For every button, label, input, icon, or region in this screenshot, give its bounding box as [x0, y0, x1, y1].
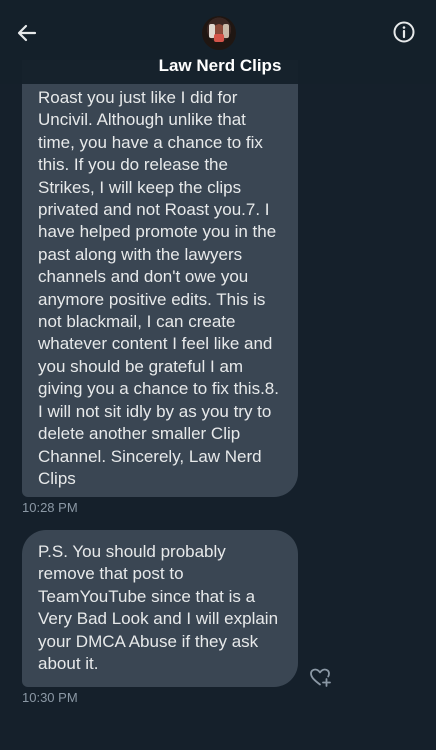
avatar[interactable] [202, 16, 236, 50]
message-text: P.S. You should probably remove that pos… [38, 542, 279, 674]
info-icon [393, 21, 415, 43]
message-text: Roast you just like I did for Uncivil. A… [38, 88, 279, 488]
conversation-header: Law Nerd Clips [0, 0, 436, 84]
message-bubble[interactable]: Roast you just like I did for Uncivil. A… [22, 60, 298, 497]
message-timestamp: 10:28 PM [22, 500, 78, 515]
heart-plus-icon [310, 668, 331, 687]
info-button[interactable] [392, 20, 416, 44]
message-timestamp: 10:30 PM [22, 690, 78, 705]
add-reaction-button[interactable] [308, 665, 332, 689]
conversation-title[interactable]: Law Nerd Clips [0, 56, 436, 76]
back-button[interactable] [14, 20, 40, 46]
message-bubble[interactable]: P.S. You should probably remove that pos… [22, 530, 298, 687]
back-arrow-icon [17, 24, 37, 42]
